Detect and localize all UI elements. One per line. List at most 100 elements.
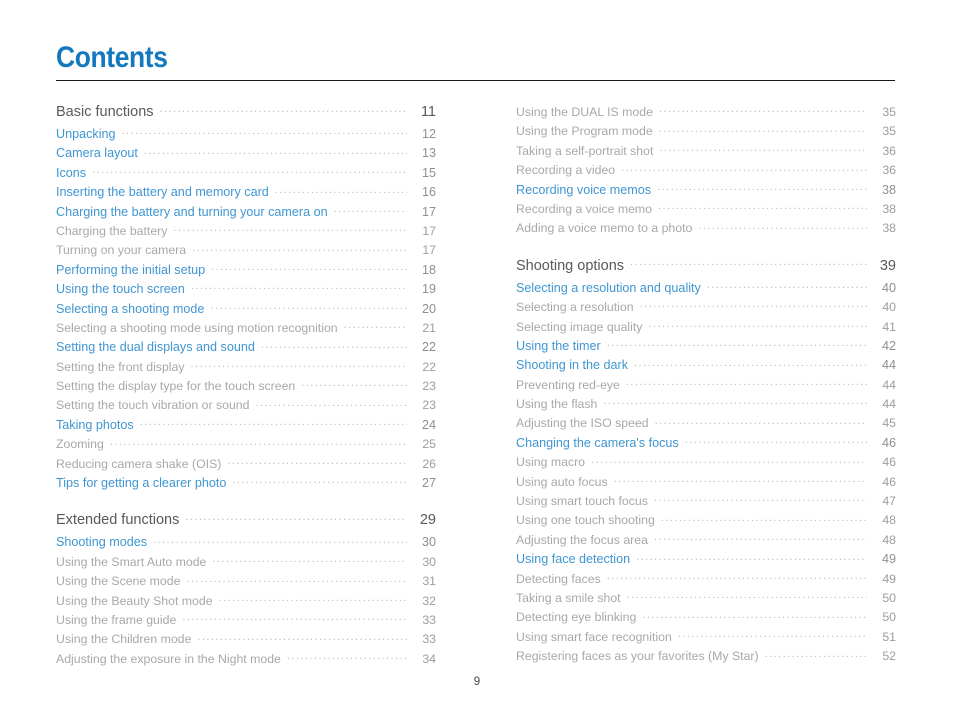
page-title: Contents: [56, 41, 168, 74]
toc-entry[interactable]: Basic functions 11: [56, 100, 436, 122]
dot-leader: [192, 238, 407, 254]
toc-entry[interactable]: Setting the touch vibration or sound 23: [56, 393, 436, 413]
toc-entry[interactable]: Shooting options 39: [516, 254, 896, 276]
toc-entry[interactable]: Taking a smile shot 50: [516, 586, 896, 605]
toc-entry-page-number: 16: [421, 185, 436, 200]
toc-entry-label: Detecting faces: [516, 571, 601, 586]
toc-entry[interactable]: Setting the dual displays and sound 22: [56, 335, 436, 355]
toc-entry[interactable]: Selecting a resolution 40: [516, 295, 896, 314]
toc-entry-label: Selecting a resolution: [516, 300, 634, 315]
dot-leader: [122, 122, 407, 138]
toc-entry[interactable]: Reducing camera shake (OIS) 26: [56, 452, 436, 471]
toc-entry-page-number: 35: [882, 105, 896, 119]
dot-leader: [661, 508, 867, 524]
toc-entry[interactable]: Shooting modes 30: [56, 530, 436, 550]
toc-entry[interactable]: Recording voice memos 38: [516, 178, 896, 197]
dot-leader: [685, 431, 867, 447]
toc-entry-label: Selecting a shooting mode using motion r…: [56, 320, 338, 335]
toc-entry[interactable]: Registering faces as your favorites (My …: [516, 644, 896, 664]
toc-entry-label: Shooting options: [516, 257, 625, 274]
toc-entry[interactable]: Using auto focus 46: [516, 470, 896, 489]
dot-leader: [232, 471, 407, 487]
toc-entry[interactable]: Preventing red-eye 44: [516, 373, 896, 392]
toc-entry[interactable]: Adjusting the ISO speed 45: [516, 411, 896, 431]
toc-entry-label: Setting the dual displays and sound: [56, 340, 255, 355]
dot-leader: [182, 608, 407, 624]
toc-entry-label: Setting the display type for the touch s…: [56, 379, 296, 394]
toc-entry-page-number: 23: [422, 398, 436, 413]
toc-entry[interactable]: Performing the initial setup 18: [56, 258, 436, 277]
toc-entry-label: Changing the camera's focus: [516, 435, 679, 450]
toc-entry-label: Using the timer: [516, 338, 601, 353]
toc-entry-label: Using smart touch focus: [516, 494, 648, 509]
toc-entry[interactable]: Taking photos 24: [56, 413, 436, 432]
dot-leader: [144, 141, 407, 157]
toc-entry[interactable]: Using the timer 42: [516, 334, 896, 353]
toc-entry[interactable]: Detecting faces 49: [516, 567, 896, 586]
toc-entry-page-number: 44: [882, 377, 896, 392]
toc-entry[interactable]: Selecting a shooting mode using motion r…: [56, 316, 436, 335]
toc-entry[interactable]: Using face detection 49: [516, 547, 896, 567]
toc-entry[interactable]: Recording a voice memo 38: [516, 197, 896, 216]
toc-entry[interactable]: Using the touch screen 19: [56, 277, 436, 296]
toc-entry[interactable]: Icons 15: [56, 161, 436, 180]
toc-entry[interactable]: Detecting eye blinking 50: [516, 605, 896, 625]
dot-leader: [658, 197, 867, 213]
toc-entry-page-number: 17: [422, 243, 436, 258]
toc-entry[interactable]: Selecting image quality 41: [516, 315, 896, 334]
toc-entry-page-number: 36: [882, 143, 896, 158]
toc-entry[interactable]: Selecting a resolution and quality 40: [516, 276, 896, 295]
toc-entry[interactable]: Using the DUAL IS mode 35: [516, 100, 896, 119]
toc-entry[interactable]: Selecting a shooting mode 20: [56, 297, 436, 316]
toc-entry-page-number: 20: [421, 301, 436, 316]
toc-entry-page-number: 36: [882, 163, 896, 178]
toc-entry[interactable]: Using smart touch focus 47: [516, 489, 896, 508]
toc-entry[interactable]: Inserting the battery and memory card 16: [56, 180, 436, 200]
toc-entry[interactable]: Using macro 46: [516, 450, 896, 470]
toc-entry[interactable]: Using the Scene mode 31: [56, 569, 436, 589]
toc-entry[interactable]: Zooming 25: [56, 432, 436, 452]
toc-entry-label: Preventing red-eye: [516, 377, 620, 392]
toc-entry-page-number: 49: [882, 571, 896, 586]
toc-entry[interactable]: Using the Smart Auto mode 30: [56, 550, 436, 569]
toc-entry[interactable]: Charging the battery 17: [56, 219, 436, 238]
toc-entry[interactable]: Using the flash 44: [516, 392, 896, 411]
toc-entry-page-number: 21: [422, 320, 436, 335]
dot-leader: [344, 316, 407, 332]
toc-column-left: Basic functions11Unpacking12Camera layou…: [56, 100, 436, 666]
toc-entry-page-number: 25: [422, 437, 436, 452]
toc-entry[interactable]: Using the Beauty Shot mode 32: [56, 589, 436, 608]
toc-entry-label: Taking a smile shot: [516, 590, 621, 605]
toc-entry[interactable]: Changing the camera's focus 46: [516, 431, 896, 450]
toc-entry[interactable]: Using the frame guide 33: [56, 608, 436, 627]
toc-entry-label: Performing the initial setup: [56, 262, 206, 277]
dot-leader: [275, 180, 407, 196]
toc-entry[interactable]: Turning on your camera 17: [56, 238, 436, 258]
toc-entry-page-number: 23: [422, 379, 436, 394]
dot-leader: [255, 393, 407, 409]
toc-entry-label: Using macro: [516, 455, 586, 470]
title-divider: [56, 80, 895, 81]
toc-entry[interactable]: Using smart face recognition 51: [516, 625, 896, 644]
toc-entry[interactable]: Using the Program mode 35: [516, 119, 896, 139]
toc-entry[interactable]: Recording a video 36: [516, 158, 896, 178]
toc-entry[interactable]: Adding a voice memo to a photo 38: [516, 216, 896, 236]
dot-leader: [642, 605, 867, 621]
toc-entry[interactable]: Setting the display type for the touch s…: [56, 374, 436, 393]
toc-entry[interactable]: Adjusting the exposure in the Night mode…: [56, 647, 436, 666]
toc-entry[interactable]: Adjusting the focus area 48: [516, 528, 896, 547]
toc-entry[interactable]: Setting the front display 22: [56, 355, 436, 374]
toc-entry[interactable]: Extended functions 29: [56, 508, 436, 530]
toc-entry[interactable]: Using the Children mode 33: [56, 627, 436, 647]
dot-leader: [655, 411, 867, 427]
toc-entry[interactable]: Shooting in the dark 44: [516, 353, 896, 373]
dot-leader: [765, 644, 867, 660]
toc-entry-page-number: 52: [882, 649, 896, 664]
dot-leader: [197, 627, 407, 643]
toc-entry[interactable]: Unpacking 12: [56, 122, 436, 141]
toc-entry[interactable]: Camera layout 13: [56, 141, 436, 161]
toc-entry[interactable]: Charging the battery and turning your ca…: [56, 200, 436, 219]
toc-entry[interactable]: Tips for getting a clearer photo 27: [56, 471, 436, 490]
toc-entry[interactable]: Taking a self-portrait shot 36: [516, 139, 896, 158]
toc-entry[interactable]: Using one touch shooting 48: [516, 508, 896, 528]
